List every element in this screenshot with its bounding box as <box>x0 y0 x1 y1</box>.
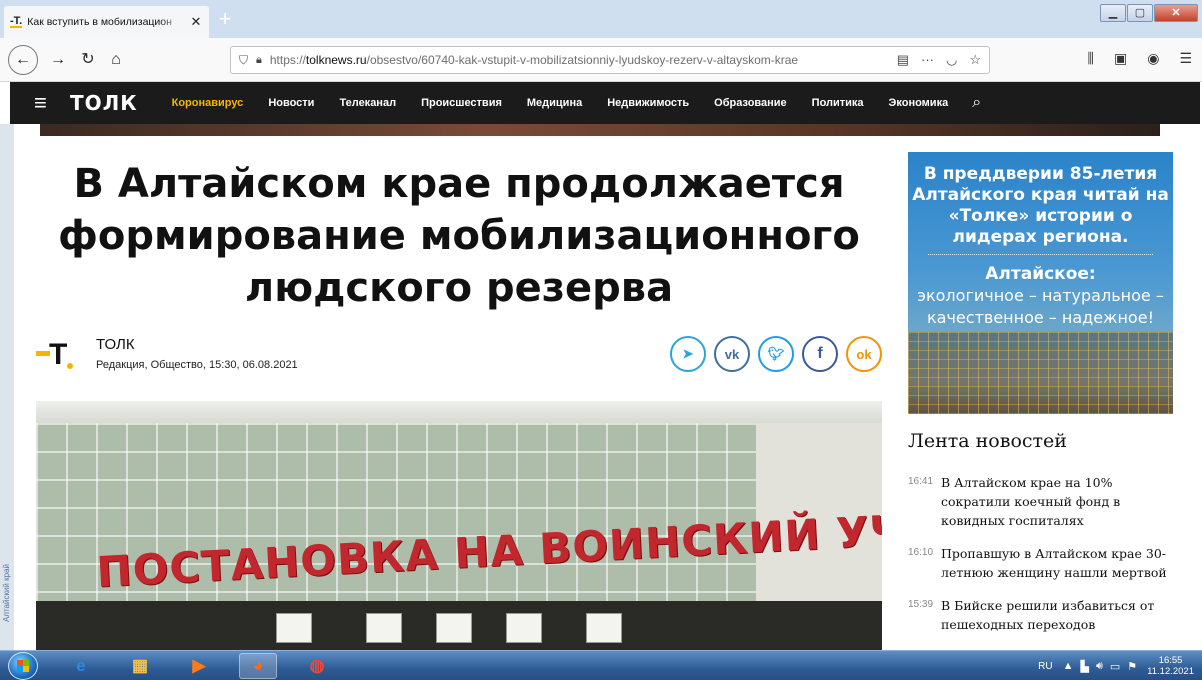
shield-icon[interactable]: ⛉ <box>239 53 248 68</box>
author-name[interactable]: ТОЛК <box>96 336 135 353</box>
left-strip-text: Алтайский край <box>2 564 11 623</box>
menu-item-tv[interactable]: Телеканал <box>339 97 396 109</box>
article-headline: В Алтайском крае продолжается формирован… <box>58 161 860 311</box>
banner-text-top: В преддверии 85-летия Алтайского края чи… <box>912 164 1169 247</box>
clock-time: 16:55 <box>1158 655 1183 666</box>
reload-icon[interactable]: ↻ <box>76 48 100 72</box>
news-feed-title: Лента новостей <box>908 430 1067 452</box>
hamburger-menu-icon[interactable]: ≡ <box>34 90 54 116</box>
home-icon[interactable]: ⌂ <box>104 48 128 72</box>
system-tray: RU ▲ ▙ 🔊︎ ▭ ⚑ 16:55 11.12.2021 <box>1038 651 1194 680</box>
site-logo[interactable]: ТОЛК <box>70 91 138 115</box>
news-time: 16:10 <box>908 547 934 558</box>
menu-item-incidents[interactable]: Происшествия <box>421 97 502 109</box>
address-bar[interactable]: ⛉ 🔒︎ https://tolknews.ru/obsestvo/60740-… <box>230 46 990 74</box>
list-item[interactable]: 15:39 В Бийске решили избавиться от пеше… <box>908 596 1178 634</box>
battery-icon[interactable]: ▭ <box>1110 660 1120 673</box>
language-indicator[interactable]: RU <box>1038 661 1052 672</box>
lock-icon[interactable]: 🔒︎ <box>256 54 262 67</box>
menu-item-news[interactable]: Новости <box>268 97 314 109</box>
article-meta: Редакция, Общество, 15:30, 06.08.2021 <box>96 359 298 371</box>
window-controls: ▁ ▢ ✕ <box>1100 4 1198 22</box>
menu-item-education[interactable]: Образование <box>714 97 787 109</box>
news-link[interactable]: В Алтайском крае на 10% сократили коечны… <box>941 473 1178 530</box>
browser-tab-strip: -T. Как вступить в мобилизацион ✕ + ▁ ▢ … <box>0 0 1202 38</box>
twitter-icon[interactable]: 🐦︎ <box>758 336 794 372</box>
new-tab-button[interactable]: + <box>213 8 237 32</box>
explorer-icon[interactable]: ▦ <box>121 653 159 679</box>
header-image-band <box>40 124 1160 136</box>
clock-date: 11.12.2021 <box>1147 666 1194 677</box>
news-link[interactable]: В Бийске решили избавиться от пешеходных… <box>941 596 1178 634</box>
firefox-icon[interactable]: ◕ <box>239 653 277 679</box>
chrome-icon[interactable]: ◍ <box>298 653 336 679</box>
taskbar: e ▦ ▶ ◕ ◍ RU ▲ ▙ 🔊︎ ▭ ⚑ 16:55 11.12.2021 <box>0 650 1202 680</box>
maximize-button[interactable]: ▢ <box>1127 4 1153 22</box>
article-photo: ПОСТАНОВКА НА ВОИНСКИЙ УЧЁТ <box>36 401 882 650</box>
network-icon[interactable]: ▙ <box>1080 660 1088 673</box>
menu-icon[interactable]: ☰ <box>1179 50 1192 67</box>
tab-active[interactable]: -T. Как вступить в мобилизацион ✕ <box>4 6 209 38</box>
banner-text-slogan: экологичное – натуральное – качественное… <box>917 286 1164 327</box>
back-icon[interactable]: ← <box>8 45 38 75</box>
toolbar-tools: ⫼ ▣ ◉ ☰ <box>1088 50 1192 67</box>
tab-favicon-icon: -T. <box>10 15 23 28</box>
promo-banner[interactable]: В преддверии 85-летия Алтайского края чи… <box>908 152 1173 414</box>
bookmark-star-icon[interactable]: ☆ <box>969 52 981 68</box>
menu-item-medicine[interactable]: Медицина <box>527 97 582 109</box>
site-menu: Коронавирус Новости Телеканал Происшеств… <box>172 97 949 109</box>
ie-icon[interactable]: e <box>62 653 100 679</box>
close-tab-icon[interactable]: ✕ <box>189 14 203 30</box>
minimize-button[interactable]: ▁ <box>1100 4 1126 22</box>
flag-icon[interactable]: ⚑ <box>1127 660 1137 673</box>
news-time: 16:41 <box>908 476 934 487</box>
search-icon[interactable]: ⌕ <box>972 94 981 112</box>
banner-text-title: Алтайское: <box>985 264 1096 284</box>
site-header: ≡ ТОЛК Коронавирус Новости Телеканал Про… <box>10 82 1200 124</box>
sidebar-icon[interactable]: ▣ <box>1114 50 1127 67</box>
close-window-button[interactable]: ✕ <box>1154 4 1198 22</box>
windows-logo-icon <box>17 660 29 672</box>
clock[interactable]: 16:55 11.12.2021 <box>1147 655 1194 677</box>
pocket-icon[interactable]: ◡ <box>946 52 957 68</box>
menu-item-politics[interactable]: Политика <box>812 97 864 109</box>
vk-icon[interactable]: vk <box>714 336 750 372</box>
volume-icon[interactable]: 🔊︎ <box>1096 660 1103 673</box>
tray-expand-icon[interactable]: ▲ <box>1063 660 1074 673</box>
browser-toolbar: ← → ↻ ⌂ ⛉ 🔒︎ https://tolknews.ru/obsestv… <box>0 38 1202 82</box>
news-feed: 16:41 В Алтайском крае на 10% сократили … <box>908 473 1178 648</box>
left-side-strip: Алтайский край <box>0 124 14 650</box>
start-button[interactable] <box>8 652 38 680</box>
more-icon[interactable]: ··· <box>921 52 934 68</box>
odnoklassniki-icon[interactable]: ok <box>846 336 882 372</box>
list-item[interactable]: 16:10 Пропавшую в Алтайском крае 30-летн… <box>908 544 1178 582</box>
reader-icon[interactable]: ▤ <box>897 52 909 68</box>
menu-item-realty[interactable]: Недвижимость <box>607 97 689 109</box>
share-buttons: ➤ vk 🐦︎ f ok <box>670 336 882 372</box>
account-icon[interactable]: ◉ <box>1147 50 1159 67</box>
news-time: 15:39 <box>908 599 934 610</box>
menu-item-economy[interactable]: Экономика <box>889 97 949 109</box>
media-icon[interactable]: ▶ <box>180 653 218 679</box>
forward-icon[interactable]: → <box>46 48 70 72</box>
news-link[interactable]: Пропавшую в Алтайском крае 30-летнюю жен… <box>941 544 1178 582</box>
tab-title: Как вступить в мобилизацион <box>27 16 172 28</box>
list-item[interactable]: 16:41 В Алтайском крае на 10% сократили … <box>908 473 1178 530</box>
menu-item-coronavirus[interactable]: Коронавирус <box>172 97 244 109</box>
telegram-icon[interactable]: ➤ <box>670 336 706 372</box>
url-text[interactable]: https://tolknews.ru/obsestvo/60740-kak-v… <box>270 53 889 67</box>
facebook-icon[interactable]: f <box>802 336 838 372</box>
library-icon[interactable]: ⫼ <box>1088 50 1094 67</box>
author-logo: T <box>36 340 74 372</box>
